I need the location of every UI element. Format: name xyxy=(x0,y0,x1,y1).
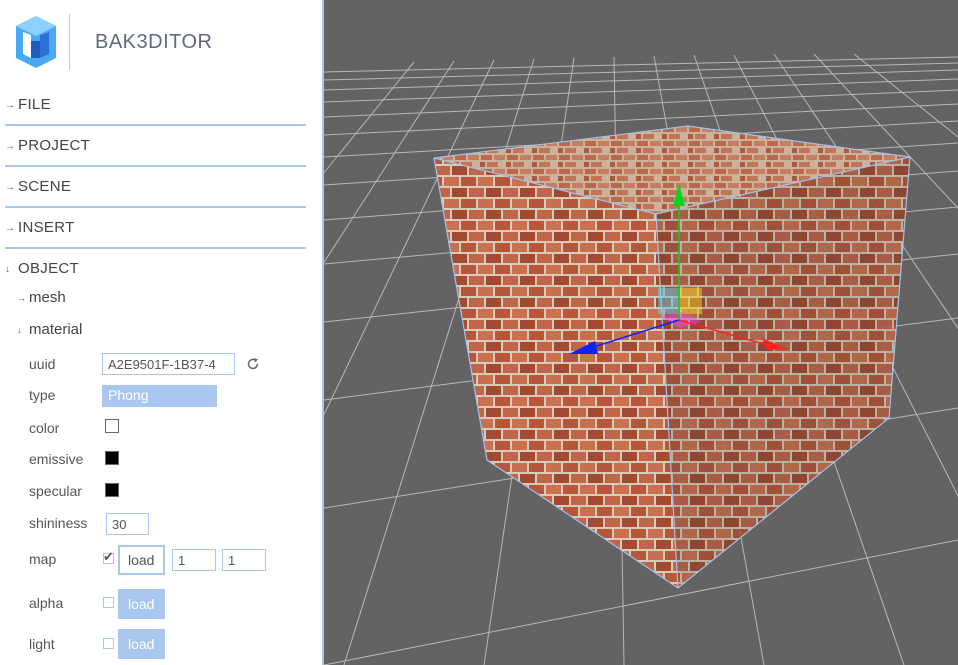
submenu-material-label: material xyxy=(29,321,83,338)
arrow-right-icon: → xyxy=(5,223,15,234)
map-load-button[interactable]: load xyxy=(118,545,165,575)
light-label: light xyxy=(29,636,55,652)
arrow-right-icon: → xyxy=(17,293,26,303)
submenu-mesh-label: mesh xyxy=(29,289,66,306)
uuid-input[interactable]: A2E9501F-1B37-4 xyxy=(102,353,235,375)
menu-insert[interactable]: → INSERT xyxy=(5,209,306,249)
map-repeat-y-input[interactable]: 1 xyxy=(222,549,266,571)
alpha-checkbox[interactable] xyxy=(103,597,114,608)
scene-canvas[interactable] xyxy=(324,0,958,665)
map-checkbox[interactable]: ✔ xyxy=(103,549,114,564)
divider xyxy=(5,206,306,208)
3d-viewport[interactable] xyxy=(324,0,958,665)
alpha-label: alpha xyxy=(29,595,64,611)
type-select[interactable]: Phong xyxy=(102,385,217,407)
arrow-down-icon: ↓ xyxy=(17,325,22,335)
shininess-input[interactable]: 30 xyxy=(106,513,149,535)
checkmark-icon: ✔ xyxy=(103,549,114,564)
specular-swatch[interactable] xyxy=(105,483,119,497)
arrow-right-icon: → xyxy=(5,100,15,111)
emissive-label: emissive xyxy=(29,451,84,467)
type-label: type xyxy=(29,387,56,403)
refresh-icon[interactable] xyxy=(246,357,260,371)
light-load-button[interactable]: load xyxy=(118,629,165,659)
menu-scene-label: SCENE xyxy=(18,178,72,195)
header: BAK3DITOR xyxy=(0,0,322,84)
emissive-swatch[interactable] xyxy=(105,451,119,465)
shininess-label: shininess xyxy=(29,515,88,531)
arrow-down-icon: ↓ xyxy=(5,264,10,275)
color-label: color xyxy=(29,420,60,436)
map-label: map xyxy=(29,551,57,567)
uuid-label: uuid xyxy=(29,356,56,372)
divider xyxy=(5,124,306,126)
arrow-right-icon: → xyxy=(5,141,15,152)
specular-label: specular xyxy=(29,483,82,499)
menu-object[interactable]: ↓ OBJECT xyxy=(5,250,306,290)
divider xyxy=(5,165,306,167)
arrow-right-icon: → xyxy=(5,182,15,193)
menu-project-label: PROJECT xyxy=(18,137,91,154)
cube-logo-icon xyxy=(16,16,56,68)
menu-file[interactable]: → FILE xyxy=(5,86,306,126)
color-swatch[interactable] xyxy=(105,419,119,433)
light-checkbox[interactable] xyxy=(103,638,114,649)
divider xyxy=(5,247,306,249)
alpha-load-button[interactable]: load xyxy=(118,589,165,619)
map-repeat-x-input[interactable]: 1 xyxy=(172,549,216,571)
menu-insert-label: INSERT xyxy=(18,219,75,236)
app-brand: BAK3DITOR xyxy=(95,31,213,53)
sidebar: BAK3DITOR → FILE → PROJECT → SCENE → INS… xyxy=(0,0,324,665)
menu-file-label: FILE xyxy=(18,96,51,113)
menu-project[interactable]: → PROJECT xyxy=(5,127,306,167)
logo-divider xyxy=(69,14,70,70)
menu-scene[interactable]: → SCENE xyxy=(5,168,306,208)
menu-object-label: OBJECT xyxy=(18,260,79,277)
